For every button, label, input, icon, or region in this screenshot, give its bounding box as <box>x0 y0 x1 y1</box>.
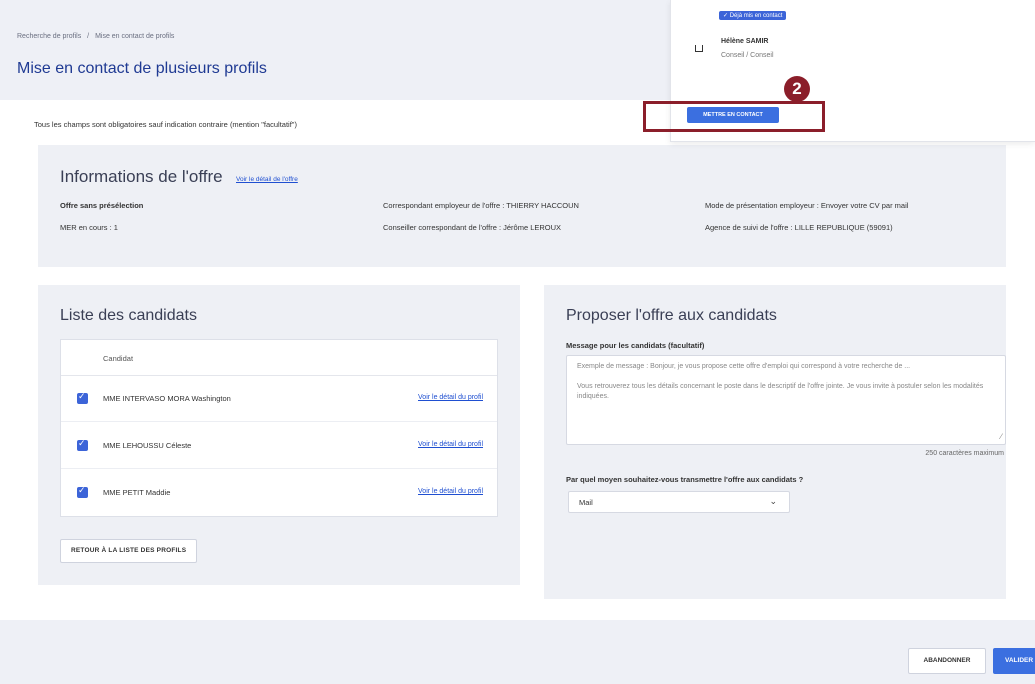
cancel-button[interactable]: ABANDONNER <box>908 648 986 674</box>
offer-info-title: Informations de l'offre <box>60 167 223 186</box>
offer-employer-contact: Correspondant employeur de l'offre : THI… <box>383 201 579 210</box>
step-number-badge: 2 <box>784 76 810 102</box>
candidate-name: MME INTERVASO MORA Washington <box>103 394 231 403</box>
page-title: Mise en contact de plusieurs profils <box>17 60 267 77</box>
candidates-title: Liste des candidats <box>60 307 197 324</box>
validate-button[interactable]: VALIDER <box>993 648 1035 674</box>
candidate-profile-link[interactable]: Voir le détail du profil <box>418 441 483 448</box>
popup-profile-subtitle: Conseil / Conseil <box>721 52 774 59</box>
already-contacted-badge: ✓ Déjà mis en contact <box>719 11 787 20</box>
channel-selected-value: Mail <box>579 498 593 507</box>
breadcrumb-item-current: Mise en contact de profils <box>95 33 175 40</box>
message-placeholder-line-1: Exemple de message : Bonjour, je vous pr… <box>577 363 911 370</box>
offer-detail-link[interactable]: Voir le détail de l'offre <box>236 176 298 183</box>
breadcrumb-item-search[interactable]: Recherche de profils <box>17 33 81 40</box>
char-count: 250 caractères maximum <box>925 450 1004 457</box>
offer-preselection: Offre sans présélection <box>60 201 144 210</box>
breadcrumb: Recherche de profils / Mise en contact d… <box>17 33 178 40</box>
channel-label: Par quel moyen souhaitez-vous transmettr… <box>566 475 804 484</box>
table-row: MME INTERVASO MORA Washington Voir le dé… <box>61 376 497 422</box>
message-textarea[interactable]: Exemple de message : Bonjour, je vous pr… <box>566 355 1006 445</box>
candidate-checkbox[interactable] <box>77 485 88 498</box>
offer-info-panel: Informations de l'offre Voir le détail d… <box>38 145 1006 267</box>
chevron-down-icon: ⌄ <box>769 496 777 506</box>
candidate-checkbox[interactable] <box>77 391 88 404</box>
message-label: Message pour les candidats (facultatif) <box>566 341 705 350</box>
breadcrumb-separator: / <box>87 33 90 40</box>
back-to-profiles-button[interactable]: RETOUR À LA LISTE DES PROFILS <box>60 539 198 563</box>
channel-select[interactable]: Mail ⌄ <box>568 491 790 513</box>
candidates-panel: Liste des candidats Candidat MME INTERVA… <box>38 285 520 585</box>
step-highlight-frame <box>643 101 825 132</box>
popup-profile-name: Hélène SAMIR <box>721 38 769 45</box>
candidate-checkbox[interactable] <box>77 438 88 451</box>
tray-icon <box>695 45 703 52</box>
column-header-candidate: Candidat <box>103 354 134 363</box>
offer-mer-count: MER en cours : 1 <box>60 223 118 232</box>
table-row: MME PETIT Maddie Voir le détail du profi… <box>61 470 497 516</box>
candidate-name: MME PETIT Maddie <box>103 488 171 497</box>
candidate-name: MME LEHOUSSU Céleste <box>103 441 192 450</box>
resize-grip-icon[interactable]: ∕ <box>1001 432 1002 442</box>
propose-offer-panel: Proposer l'offre aux candidats Message p… <box>544 285 1006 599</box>
offer-presentation-mode: Mode de présentation employeur : Envoyer… <box>705 201 909 210</box>
offer-agency: Agence de suivi de l'offre : LILLE REPUB… <box>705 223 893 232</box>
footer-band <box>0 620 1035 684</box>
propose-offer-title: Proposer l'offre aux candidats <box>566 307 777 324</box>
candidates-table: Candidat MME INTERVASO MORA Washington V… <box>60 339 498 517</box>
table-header: Candidat <box>61 340 497 376</box>
offer-advisor-contact: Conseiller correspondant de l'offre : Jé… <box>383 223 562 232</box>
table-row: MME LEHOUSSU Céleste Voir le détail du p… <box>61 423 497 469</box>
message-placeholder-line-2: Vous retrouverez tous les détails concer… <box>577 383 984 400</box>
candidate-profile-link[interactable]: Voir le détail du profil <box>418 488 483 495</box>
candidate-profile-link[interactable]: Voir le détail du profil <box>418 394 483 401</box>
mandatory-note: Tous les champs sont obligatoires sauf i… <box>34 120 297 129</box>
